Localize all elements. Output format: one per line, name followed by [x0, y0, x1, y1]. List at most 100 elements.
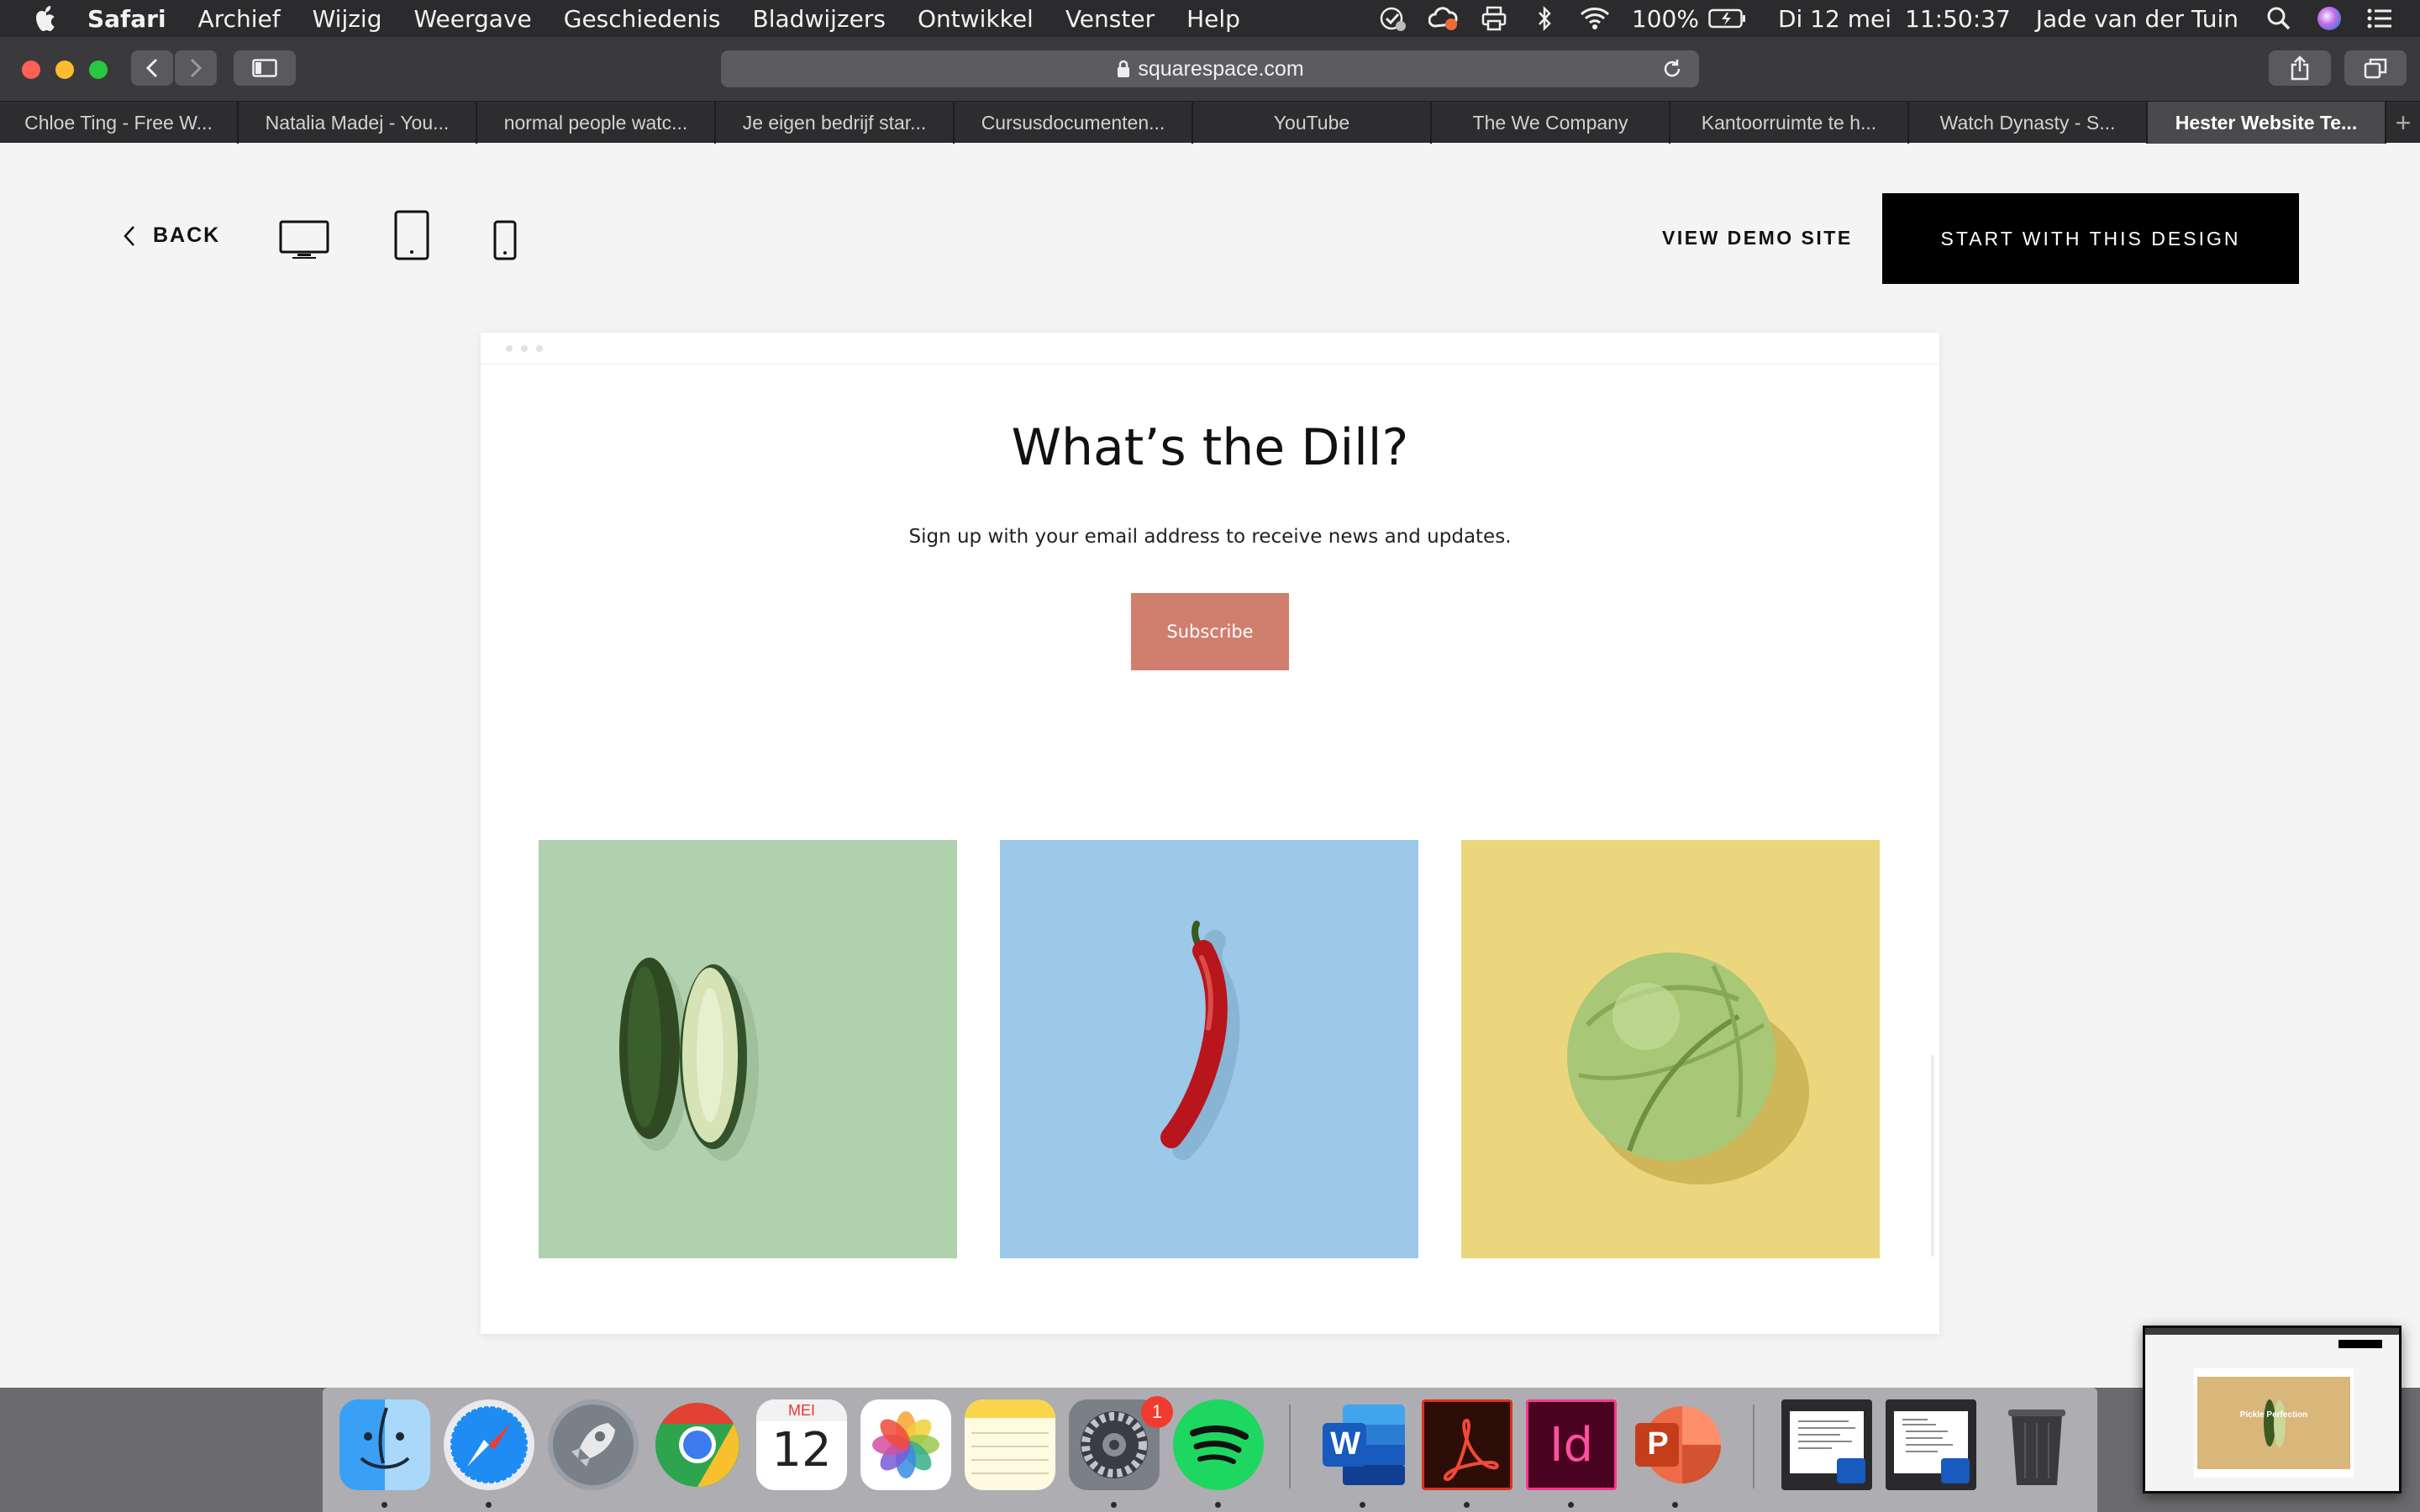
photos-icon[interactable] — [860, 1399, 951, 1490]
preview-frame-bar — [481, 333, 1939, 365]
frame-dot — [536, 345, 543, 352]
running-indicator — [381, 1502, 387, 1508]
menu-safari[interactable]: Safari — [87, 5, 166, 33]
notification-center-icon[interactable] — [2365, 3, 2395, 34]
tablet-icon — [394, 210, 429, 260]
url-text: squarespace.com — [1138, 56, 1304, 81]
lock-icon — [1116, 60, 1131, 78]
user-name[interactable]: Jade van der Tuin — [2036, 5, 2238, 33]
menu-venster[interactable]: Venster — [1065, 5, 1155, 33]
preview-scrollbar[interactable] — [1931, 1055, 1934, 1257]
menu-help[interactable]: Help — [1186, 5, 1240, 33]
browser-tab[interactable]: normal people watc... — [477, 102, 716, 144]
address-bar[interactable]: squarespace.com — [721, 50, 1699, 87]
cucumber-image[interactable] — [539, 840, 957, 1258]
menu-bladwijzers[interactable]: Bladwijzers — [753, 5, 886, 33]
minimize-window-button[interactable] — [55, 60, 74, 79]
browser-tab[interactable]: Cursusdocumenten... — [955, 102, 1193, 144]
wifi-icon[interactable] — [1580, 3, 1610, 34]
browser-tab[interactable]: Chloe Ting - Free W... — [0, 102, 239, 144]
browser-tab[interactable]: Natalia Madej - You... — [239, 102, 477, 144]
safari-icon[interactable] — [444, 1399, 534, 1490]
back-label: BACK — [153, 223, 221, 247]
close-window-button[interactable] — [22, 60, 40, 79]
finder-icon[interactable] — [339, 1399, 430, 1490]
minimized-document-icon[interactable] — [1886, 1399, 1976, 1490]
browser-tab[interactable]: The We Company — [1432, 102, 1670, 144]
menu-ontwikkel[interactable]: Ontwikkel — [918, 5, 1034, 33]
apple-icon[interactable] — [34, 4, 62, 33]
notes-icon[interactable] — [965, 1399, 1055, 1490]
screenshot-thumbnail[interactable]: Pickle Perfection — [2143, 1326, 2402, 1494]
cabbage-image[interactable] — [1461, 840, 1880, 1258]
view-demo-site-link[interactable]: VIEW DEMO SITE — [1662, 227, 1853, 249]
tablet-view-button[interactable] — [392, 208, 432, 262]
share-button[interactable] — [2269, 50, 2331, 86]
chevron-left-icon — [123, 224, 136, 248]
browser-tab[interactable]: YouTube — [1193, 102, 1432, 144]
start-with-design-button[interactable]: START WITH THIS DESIGN — [1882, 193, 2299, 284]
spotlight-search-icon[interactable] — [2264, 3, 2294, 34]
tab-overview-button[interactable] — [2344, 50, 2407, 86]
reload-icon[interactable] — [1660, 57, 1684, 81]
checkmark-badge-icon[interactable] — [1378, 3, 1408, 34]
trash-icon[interactable] — [1991, 1399, 2082, 1490]
running-indicator — [1111, 1502, 1117, 1508]
subscribe-button[interactable]: Subscribe — [1131, 593, 1289, 670]
menu-bar: Safari Archief Wijzig Weergave Geschiede… — [0, 0, 2420, 37]
powerpoint-icon[interactable]: P — [1630, 1399, 1721, 1490]
minimized-document-icon[interactable] — [1781, 1399, 1872, 1490]
date-label[interactable]: Di 12 mei — [1778, 5, 1891, 33]
phone-icon — [493, 220, 517, 260]
tab-bar: Chloe Ting - Free W... Natalia Madej - Y… — [0, 101, 2420, 144]
share-icon — [2291, 55, 2309, 81]
phone-view-button[interactable] — [491, 217, 519, 264]
calendar-month: MEI — [756, 1399, 847, 1421]
sidebar-toggle-button[interactable] — [234, 50, 296, 86]
back-button[interactable]: BACK — [123, 223, 220, 248]
running-indicator — [1464, 1502, 1470, 1508]
template-preview-frame: What’s the Dill? Sign up with your email… — [481, 333, 1939, 1334]
safari-window: squarespace.com Chloe Ting - Free W... N… — [0, 37, 2420, 1388]
desktop-view-button[interactable] — [277, 217, 331, 264]
browser-tab-active[interactable]: Hester Website Te... — [2148, 102, 2386, 144]
browser-tab[interactable]: Kantoorruimte te h... — [1670, 102, 1909, 144]
chili-pepper-image[interactable] — [1000, 840, 1418, 1258]
word-icon[interactable]: W — [1318, 1399, 1408, 1490]
battery-icon[interactable] — [1707, 3, 1748, 34]
indesign-icon[interactable]: Id — [1526, 1399, 1617, 1490]
dock: MEI 12 1 W Id P — [323, 1388, 2097, 1512]
bluetooth-icon[interactable] — [1529, 3, 1560, 34]
newsletter-headline: What’s the Dill? — [1011, 418, 1409, 477]
battery-percentage: 100% — [1631, 4, 1699, 33]
tab-overview-icon — [2364, 58, 2387, 79]
chevron-right-icon — [190, 58, 203, 78]
back-nav-button[interactable] — [131, 50, 173, 86]
chrome-icon[interactable] — [652, 1399, 743, 1490]
newsletter-description: Sign up with your email address to recei… — [908, 526, 1512, 548]
calendar-icon[interactable]: MEI 12 — [756, 1399, 847, 1490]
frame-dot — [521, 345, 528, 352]
browser-tab[interactable]: Watch Dynasty - S... — [1909, 102, 2148, 144]
spotify-icon[interactable] — [1173, 1399, 1264, 1490]
browser-tab[interactable]: Je eigen bedrijf star... — [716, 102, 955, 144]
menu-weergave[interactable]: Weergave — [414, 5, 532, 33]
running-indicator — [1568, 1502, 1574, 1508]
browser-toolbar: squarespace.com — [0, 37, 2420, 101]
notification-badge: 1 — [1141, 1396, 1173, 1428]
menu-archief[interactable]: Archief — [198, 5, 281, 33]
zoom-window-button[interactable] — [89, 60, 108, 79]
running-indicator — [1672, 1502, 1678, 1508]
calendar-day: 12 — [771, 1423, 832, 1478]
creative-cloud-icon[interactable] — [1428, 3, 1459, 34]
running-indicator — [486, 1502, 492, 1508]
menu-geschiedenis[interactable]: Geschiedenis — [564, 5, 721, 33]
time-label[interactable]: 11:50:37 — [1905, 5, 2011, 33]
siri-icon[interactable] — [2314, 3, 2344, 34]
printer-icon[interactable] — [1479, 3, 1509, 34]
new-tab-button[interactable]: + — [2386, 102, 2420, 144]
launchpad-icon[interactable] — [548, 1399, 639, 1490]
forward-nav-button[interactable] — [175, 50, 217, 86]
acrobat-icon[interactable] — [1422, 1399, 1512, 1490]
menu-wijzig[interactable]: Wijzig — [313, 5, 382, 33]
